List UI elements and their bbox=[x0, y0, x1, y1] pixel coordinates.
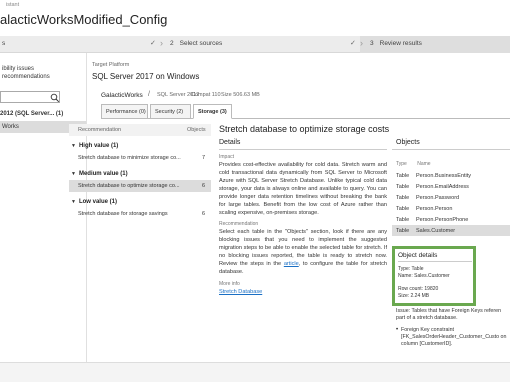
issue-text: Issue: Tables that have Foreign Keys ref… bbox=[396, 308, 502, 321]
tab-security[interactable]: Security (2) bbox=[150, 104, 191, 119]
recommendation-label: Recommendation bbox=[219, 221, 259, 227]
recommendation-count: 6 bbox=[202, 211, 206, 217]
object-row-selected[interactable]: Table Sales.Customer bbox=[392, 225, 510, 236]
more-info-label: More info bbox=[219, 281, 240, 287]
expand-arrow-icon[interactable]: ▼ bbox=[71, 199, 76, 205]
checkmark-icon: ✓ bbox=[350, 40, 356, 47]
recommendation-text: Select each table in the "Objects" secti… bbox=[219, 228, 387, 276]
server-group-label: 2012 (SQL Server... (1) bbox=[0, 111, 64, 117]
object-row[interactable]: Table Person.Password bbox=[392, 192, 510, 203]
step3[interactable]: 3 Review results bbox=[370, 40, 422, 47]
title-bar: istant alacticWorksModified_Config bbox=[0, 0, 510, 36]
step2[interactable]: 2 Select sources bbox=[170, 40, 222, 47]
object-name: Sales.Customer bbox=[416, 228, 456, 234]
object-row[interactable]: Table Person.EmailAddress bbox=[392, 181, 510, 192]
divider bbox=[392, 149, 510, 150]
group-medium-value[interactable]: ▼ Medium value (1) bbox=[71, 171, 128, 177]
search-input[interactable] bbox=[0, 91, 60, 103]
type-column-header[interactable]: Type bbox=[396, 161, 407, 167]
size-line: Size: 2.24 MB bbox=[398, 293, 430, 299]
database-item-label: Works bbox=[2, 124, 19, 130]
recommendation-item-selected[interactable]: Stretch database to optimize storage co.… bbox=[69, 180, 211, 192]
target-platform-value: SQL Server 2017 on Windows bbox=[92, 72, 200, 81]
server-group-row[interactable]: 2012 (SQL Server... (1) bbox=[0, 109, 86, 119]
group-label: Low value (1) bbox=[78, 199, 117, 205]
group-low-value[interactable]: ▼ Low value (1) bbox=[71, 199, 117, 205]
impact-label: Impact bbox=[219, 154, 235, 160]
object-type: Table bbox=[396, 206, 410, 212]
object-type: Table bbox=[396, 173, 410, 179]
tab-performance[interactable]: Performance (0) bbox=[101, 104, 148, 119]
divider bbox=[219, 149, 387, 150]
assessment-title: alacticWorksModified_Config bbox=[0, 12, 168, 27]
foreign-key-issue: Foreign Key constraint [FK_SalesOrderHea… bbox=[401, 327, 507, 347]
object-name: Person.Password bbox=[416, 195, 460, 201]
bottom-bar bbox=[0, 362, 510, 382]
window-label: istant bbox=[6, 2, 20, 8]
object-type: Table bbox=[396, 195, 410, 201]
object-type-line: Type: Table bbox=[398, 266, 424, 272]
target-platform-label: Target Platform bbox=[92, 62, 130, 68]
group-label: High value (1) bbox=[78, 143, 119, 149]
object-name-line: Name: Sales.Customer bbox=[398, 273, 450, 279]
objects-column-headers: Type Name bbox=[396, 161, 431, 167]
step2-number: 2 bbox=[170, 40, 174, 47]
expand-arrow-icon[interactable]: ▼ bbox=[71, 143, 76, 149]
bullet-icon: • bbox=[396, 327, 399, 333]
impact-text: Provides cost-effective availability for… bbox=[219, 162, 387, 216]
name-column-header[interactable]: Name bbox=[417, 161, 430, 167]
step2-label: Select sources bbox=[179, 40, 223, 47]
recommendation-column-header[interactable]: Recommendation bbox=[78, 127, 121, 133]
object-type: Table bbox=[396, 184, 410, 190]
recommendation-item[interactable]: Stretch database for storage savings 6 bbox=[69, 208, 211, 220]
object-name: Person.PersonPhone bbox=[416, 217, 469, 223]
database-name: GalacticWorks bbox=[101, 92, 143, 99]
expand-arrow-icon[interactable]: ▼ bbox=[71, 171, 76, 177]
option-recommendations[interactable]: recommendations bbox=[2, 74, 50, 80]
divider bbox=[398, 261, 472, 262]
object-details-panel: Object details Type: Table Name: Sales.C… bbox=[392, 246, 476, 306]
object-details-title: Object details bbox=[398, 252, 438, 259]
compat-level: Compat 110 bbox=[191, 92, 221, 98]
stretch-database-link[interactable]: Stretch Database bbox=[219, 289, 262, 295]
recommendation-label: Stretch database for storage savings bbox=[78, 211, 168, 217]
object-row[interactable]: Table Person.BusinessEntity bbox=[392, 170, 510, 181]
step3-label: Review results bbox=[379, 40, 422, 47]
recommendation-count: 6 bbox=[202, 183, 206, 189]
option-compatibility-issues[interactable]: ibility issues bbox=[2, 66, 34, 72]
recommendation-count: 7 bbox=[202, 155, 206, 161]
recommendation-label: Stretch database to minimize storage co.… bbox=[78, 155, 181, 161]
objects-heading: Objects bbox=[396, 139, 420, 146]
group-label: Medium value (1) bbox=[78, 171, 128, 177]
objects-column-header[interactable]: Objects bbox=[187, 127, 206, 133]
chevron-right-icon: › bbox=[160, 38, 163, 48]
object-row[interactable]: Table Person.Person bbox=[392, 203, 510, 214]
step3-number: 3 bbox=[370, 40, 374, 47]
separator: / bbox=[148, 91, 150, 98]
row-count-line: Row count: 19820 bbox=[398, 286, 439, 292]
database-size: Size 506.63 MB bbox=[221, 92, 260, 98]
tab-storage[interactable]: Storage (3) bbox=[193, 104, 232, 119]
object-type: Table bbox=[396, 217, 410, 223]
object-name: Person.BusinessEntity bbox=[416, 173, 472, 179]
article-link[interactable]: article bbox=[284, 261, 299, 267]
wizard-steps: s ✓ › 2 Select sources ✓ › 3 Review result… bbox=[0, 36, 510, 53]
recommendation-title: Stretch database to optimize storage cos… bbox=[219, 124, 390, 134]
search-icon[interactable] bbox=[50, 93, 60, 103]
object-name: Person.EmailAddress bbox=[416, 184, 469, 190]
object-row[interactable]: Table Person.PersonPhone bbox=[392, 214, 510, 225]
recommendation-item[interactable]: Stretch database to minimize storage co.… bbox=[69, 152, 211, 164]
object-name: Person.Person bbox=[416, 206, 453, 212]
step1-label[interactable]: s bbox=[2, 40, 5, 47]
recommendation-label: Stretch database to optimize storage co.… bbox=[78, 183, 180, 189]
group-high-value[interactable]: ▼ High value (1) bbox=[71, 143, 118, 149]
checkmark-icon: ✓ bbox=[150, 40, 156, 47]
chevron-right-icon: › bbox=[360, 38, 363, 48]
details-heading: Details bbox=[219, 139, 241, 146]
object-type: Table bbox=[396, 228, 410, 234]
